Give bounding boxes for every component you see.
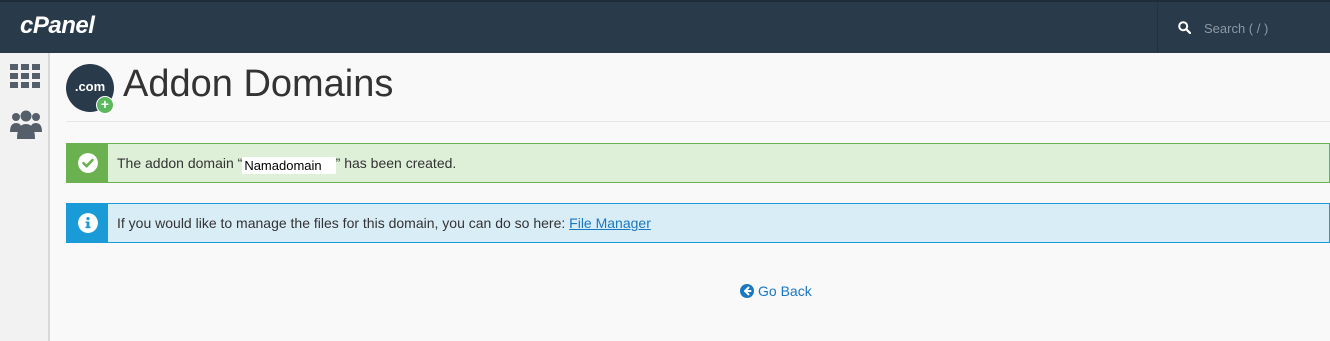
page-title: Addon Domains [123,63,394,105]
success-suffix: ” has been created. [335,155,457,171]
success-alert: The addon domain “Namadomain” has been c… [66,143,1330,183]
search-icon [1178,21,1191,34]
info-alert-strip [67,204,108,242]
go-back-link[interactable]: Go Back [740,283,812,299]
search-box [1157,2,1330,53]
check-circle-icon [78,153,98,173]
go-back-label: Go Back [758,283,812,299]
top-bar: cPanel [0,0,1330,53]
sidebar [0,53,50,341]
search-input[interactable] [1202,16,1326,40]
plus-badge-icon: + [96,96,114,114]
info-text: If you would like to manage the files fo… [117,215,570,231]
users-icon[interactable] [10,110,42,140]
success-message: The addon domain “Namadomain” has been c… [117,155,456,174]
info-message: If you would like to manage the files fo… [117,215,651,231]
cpanel-logo[interactable]: cPanel [20,12,95,40]
info-circle-icon [78,213,98,233]
arrow-left-circle-icon [740,284,754,298]
info-alert: If you would like to manage the files fo… [66,203,1330,243]
grid-icon[interactable] [10,64,40,88]
success-alert-strip [67,144,108,182]
success-prefix: The addon domain “ [117,155,243,171]
title-divider [66,121,1330,122]
domain-name: Namadomain [242,157,336,174]
file-manager-link[interactable]: File Manager [569,215,651,231]
